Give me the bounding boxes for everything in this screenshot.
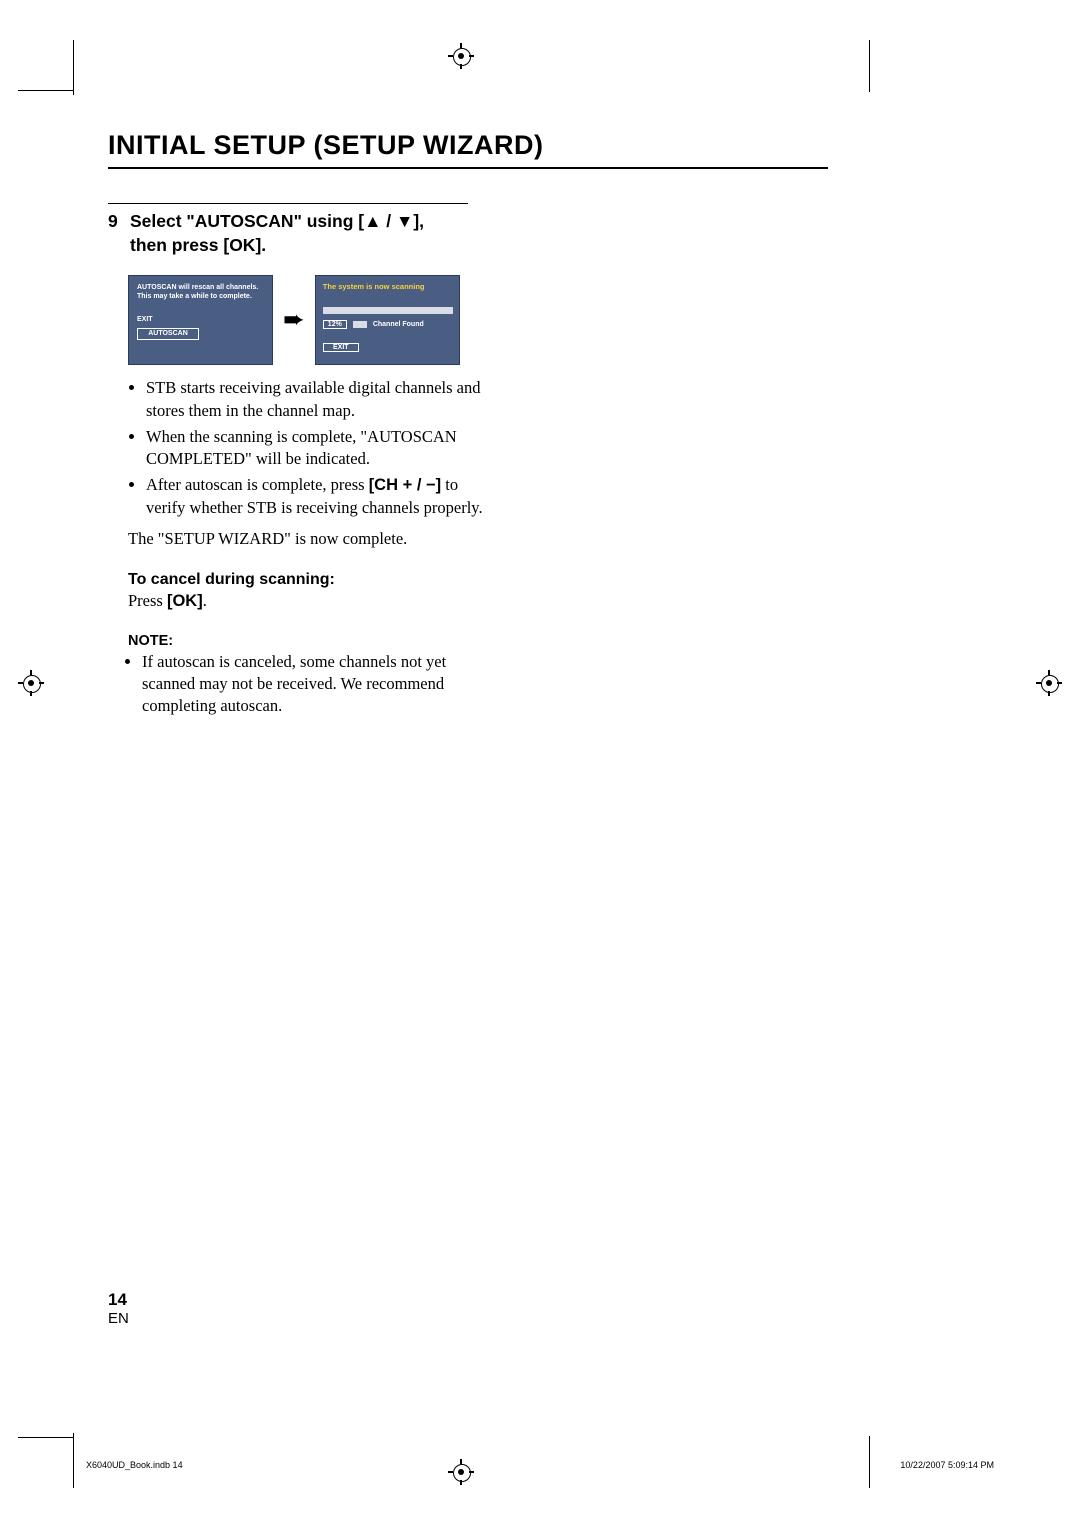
registration-mark-bottom <box>450 1461 472 1483</box>
bullet3-prefix: After autoscan is complete, press <box>146 475 369 494</box>
osd2-status-row: 12% Channel Found <box>323 320 452 329</box>
registration-mark-top <box>450 45 472 67</box>
cancel-instruction: Press [OK]. <box>128 591 478 611</box>
cancel-press-prefix: Press <box>128 591 167 610</box>
step-text-prefix: Select "AUTOSCAN" using [ <box>130 211 364 231</box>
osd1-exit-label: EXIT <box>137 316 264 325</box>
osd2-progress-bar <box>323 307 453 314</box>
osd2-exit-option: EXIT <box>323 343 359 352</box>
step-text: Select "AUTOSCAN" using [▲ / ▼], then pr… <box>130 210 478 257</box>
step-text-suffix: ], <box>413 211 424 231</box>
bullet3-key-label: [CH + / −] <box>369 476 441 494</box>
imprint-file: X6040UD_Book.indb 14 <box>86 1460 183 1470</box>
step-number: 9 <box>108 210 130 257</box>
left-column: 9 Select "AUTOSCAN" using [▲ / ▼], then … <box>108 203 478 718</box>
arrow-up-icon: ▲ <box>364 211 381 231</box>
page-number: 14 <box>108 1290 129 1310</box>
osd2-title: The system is now scanning <box>323 282 452 291</box>
osd1-message-line1: AUTOSCAN will rescan all channels. <box>137 284 264 293</box>
step-text-line2: then press [OK]. <box>130 235 266 255</box>
arrow-down-icon: ▼ <box>396 211 413 231</box>
content-area: INITIAL SETUP (SETUP WIZARD) 9 Select "A… <box>108 130 828 718</box>
osd-screen-scanning-progress: The system is now scanning 12% Channel F… <box>315 275 460 365</box>
page-language: EN <box>108 1310 129 1327</box>
registration-mark-left <box>20 672 42 694</box>
list-item: When the scanning is complete, "AUTOSCAN… <box>146 426 486 471</box>
crop-hairline-bottom-right <box>869 1436 870 1488</box>
osd2-percent-box: 12% <box>323 320 347 329</box>
osd2-mini-bar <box>353 321 367 328</box>
list-item: If autoscan is canceled, some channels n… <box>142 651 482 718</box>
arrow-sep: / <box>381 211 396 231</box>
flow-arrow-icon: ➨ <box>283 307 305 333</box>
crop-mark-bottom-left <box>18 1390 78 1450</box>
osd1-message-line2: This may take a while to complete. <box>137 293 264 302</box>
osd1-autoscan-option: AUTOSCAN <box>137 328 199 341</box>
note-heading: NOTE: <box>128 633 478 649</box>
step-details-list: STB starts receiving available digital c… <box>128 377 486 519</box>
osd-screen-autoscan-prompt: AUTOSCAN will rescan all channels. This … <box>128 275 273 365</box>
wizard-complete-text: The "SETUP WIZARD" is now complete. <box>128 529 468 549</box>
registration-mark-right <box>1038 672 1060 694</box>
cancel-press-suffix: . <box>203 591 207 610</box>
note-list: If autoscan is canceled, some channels n… <box>128 651 482 718</box>
step-heading: 9 Select "AUTOSCAN" using [▲ / ▼], then … <box>108 210 478 257</box>
list-item: After autoscan is complete, press [CH + … <box>146 474 486 519</box>
imprint-datetime: 10/22/2007 5:09:14 PM <box>900 1460 994 1470</box>
crop-mark-top-left <box>18 78 78 138</box>
crop-hairline-top-right <box>869 40 870 92</box>
osd2-channel-found-label: Channel Found <box>373 321 424 328</box>
page-title: INITIAL SETUP (SETUP WIZARD) <box>108 130 828 169</box>
cancel-press-key: [OK] <box>167 592 203 610</box>
page-number-block: 14 EN <box>108 1290 129 1328</box>
section-rule <box>108 203 468 204</box>
list-item: STB starts receiving available digital c… <box>146 377 486 422</box>
page: INITIAL SETUP (SETUP WIZARD) 9 Select "A… <box>0 0 1080 1528</box>
cancel-heading: To cancel during scanning: <box>128 571 478 589</box>
osd-screens-row: AUTOSCAN will rescan all channels. This … <box>128 275 478 365</box>
